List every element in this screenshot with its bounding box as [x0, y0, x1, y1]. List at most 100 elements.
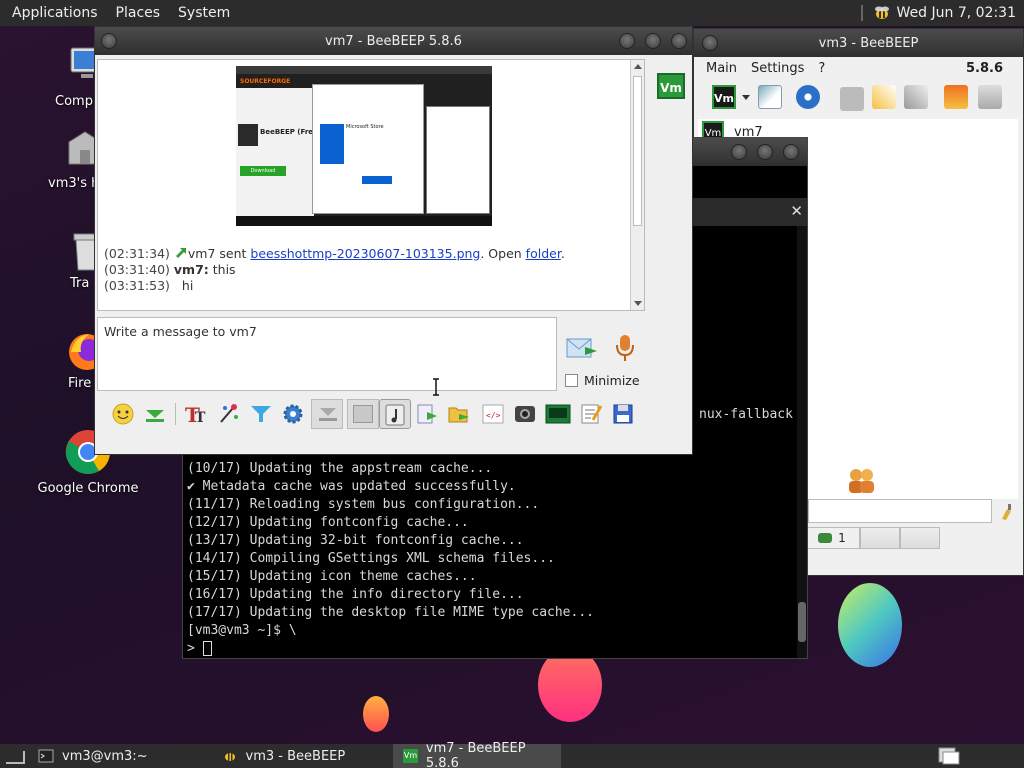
- music-note-icon: [385, 404, 405, 426]
- bg-window-titlebar[interactable]: vm3 - BeeBEEP: [694, 29, 1023, 57]
- minimize-checkbox[interactable]: Minimize: [565, 373, 640, 388]
- applications-menu[interactable]: Applications: [12, 5, 98, 21]
- close-window-icon[interactable]: [671, 33, 687, 49]
- html-code-icon[interactable]: </>: [481, 402, 505, 426]
- font-icon[interactable]: TT: [183, 402, 207, 426]
- settings-gear-icon[interactable]: [281, 402, 305, 426]
- taskbar-vm3-beebeep[interactable]: vm3 - BeeBEEP: [212, 744, 356, 768]
- panel-separator: [860, 5, 863, 21]
- save-chat-button[interactable]: [311, 399, 343, 429]
- version-label: 5.8.6: [965, 60, 1003, 76]
- bg-window-menubar: Main Settings ? 5.8.6: [694, 57, 1023, 79]
- dropdown-arrow-icon[interactable]: [742, 95, 750, 100]
- menu-main[interactable]: Main: [706, 61, 737, 76]
- save-disk-icon[interactable]: [611, 402, 635, 426]
- status-count-button[interactable]: 1: [804, 527, 860, 549]
- terminal-line: (17/17) Updating the desktop file MIME t…: [187, 605, 594, 620]
- close-tab-icon[interactable]: ✕: [790, 202, 803, 220]
- window-button-icon[interactable]: [783, 144, 799, 160]
- notes-icon[interactable]: [579, 402, 603, 426]
- menu-settings[interactable]: Settings: [751, 61, 804, 76]
- chat-message: (02:31:34) vm7 sent beesshottmp-20230607…: [104, 246, 565, 261]
- color-picker-icon[interactable]: [217, 402, 241, 426]
- menu-help[interactable]: ?: [818, 61, 825, 76]
- maximize-window-icon[interactable]: [645, 33, 661, 49]
- status-count: 1: [838, 531, 846, 545]
- show-desktop-icon[interactable]: [4, 747, 28, 765]
- decorative-blob: [838, 583, 902, 667]
- vm-avatar-icon[interactable]: Vm: [657, 73, 685, 99]
- save-chat-icon: [319, 408, 337, 421]
- minimize-label: Minimize: [584, 373, 640, 388]
- terminal-line: (11/17) Reloading system bus configurati…: [187, 497, 540, 512]
- chat-window-title: vm7 - BeeBEEP 5.8.6: [325, 33, 462, 49]
- scroll-down-icon[interactable]: [634, 301, 642, 306]
- minimize-window-icon[interactable]: [619, 33, 635, 49]
- window-button-icon[interactable]: [731, 144, 747, 160]
- status-pin-button[interactable]: [900, 527, 940, 549]
- svg-text:</>: </>: [486, 411, 501, 420]
- places-menu[interactable]: Places: [116, 5, 161, 21]
- bg-window-search-input[interactable]: [808, 499, 992, 523]
- terminal-icon: [38, 749, 54, 763]
- terminal-output[interactable]: (10/17) Updating the appstream cache... …: [187, 460, 795, 658]
- vm-avatar-icon: Vm: [403, 749, 418, 763]
- top-panel: Applications Places System Wed Jun 7, 02…: [0, 0, 1024, 26]
- window-button-icon[interactable]: [702, 35, 718, 51]
- checkbox-icon[interactable]: [565, 374, 578, 387]
- clock[interactable]: Wed Jun 7, 02:31: [897, 5, 1016, 21]
- terminal-line: (12/17) Updating fontconfig cache...: [187, 515, 469, 530]
- download-button: Download: [240, 166, 286, 176]
- folder-link[interactable]: folder: [526, 246, 561, 261]
- chat-history[interactable]: SOURCEFORGE BeeBEEP (Free Download Micro…: [97, 59, 645, 311]
- bin-icon[interactable]: [978, 85, 1002, 109]
- taskbar-vm7-beebeep[interactable]: Vm vm7 - BeeBEEP 5.8.6: [393, 741, 562, 768]
- terminal-prompt[interactable]: >: [187, 640, 795, 658]
- file-link[interactable]: beesshottmp-20230607-103135.png: [250, 246, 480, 261]
- tools-icon[interactable]: [904, 85, 928, 109]
- terminal-line: (10/17) Updating the appstream cache...: [187, 461, 493, 476]
- message-input[interactable]: Write a message to vm7: [97, 317, 557, 391]
- chat-window[interactable]: vm7 - BeeBEEP 5.8.6 SOURCEFORGE BeeBEEP …: [94, 26, 693, 455]
- chat-message: (03:31:40) vm7: this: [104, 262, 236, 277]
- terminal-line: (16/17) Updating the info directory file…: [187, 587, 524, 602]
- filter-icon[interactable]: [249, 402, 273, 426]
- beebeep-icon: [224, 753, 235, 761]
- emoticon-icon[interactable]: [111, 402, 135, 426]
- clear-brush-icon[interactable]: [998, 503, 1016, 521]
- scroll-up-icon[interactable]: [634, 64, 642, 69]
- chat-message: (03:31:53) hi: [104, 278, 194, 293]
- chat-scrollbar[interactable]: [630, 60, 644, 310]
- sound-button[interactable]: [379, 399, 411, 429]
- checklist-icon[interactable]: [758, 85, 782, 109]
- window-button-icon[interactable]: [101, 33, 117, 49]
- screenshot-thumbnail[interactable]: SOURCEFORGE BeeBEEP (Free Download Micro…: [236, 66, 492, 226]
- send-file-icon[interactable]: [415, 402, 439, 426]
- upload-icon[interactable]: [944, 85, 968, 109]
- text-cursor-icon: [433, 378, 439, 396]
- microphone-icon[interactable]: [613, 333, 637, 363]
- workspace-switcher-icon[interactable]: [936, 746, 960, 766]
- chat-toolbar: TT </>: [95, 397, 692, 431]
- pen-icon[interactable]: [872, 85, 896, 109]
- send-folder-icon[interactable]: [447, 402, 471, 426]
- screenshot-icon[interactable]: [513, 402, 537, 426]
- taskbar-terminal[interactable]: vm3@vm3:~: [28, 744, 158, 768]
- shared-desktop-icon[interactable]: [545, 402, 571, 426]
- chat-titlebar[interactable]: vm7 - BeeBEEP 5.8.6: [95, 27, 692, 55]
- group-icon[interactable]: [840, 87, 864, 111]
- vm-avatar-icon[interactable]: Vm: [712, 85, 736, 109]
- beebeep-tray-icon[interactable]: [873, 5, 891, 21]
- window-button-icon[interactable]: [757, 144, 773, 160]
- system-menu[interactable]: System: [178, 5, 230, 21]
- decorative-blob: [363, 696, 389, 732]
- collapse-icon[interactable]: [143, 402, 167, 426]
- spellcheck-button[interactable]: [347, 399, 379, 429]
- spellcheck-icon: [353, 405, 373, 423]
- send-icon[interactable]: [565, 335, 599, 361]
- terminal-scrollbar[interactable]: [797, 226, 807, 658]
- status-users-button[interactable]: [860, 527, 900, 549]
- network-icon[interactable]: [796, 85, 820, 109]
- toolbar-separator: [175, 403, 176, 425]
- decorative-blob: [538, 648, 602, 722]
